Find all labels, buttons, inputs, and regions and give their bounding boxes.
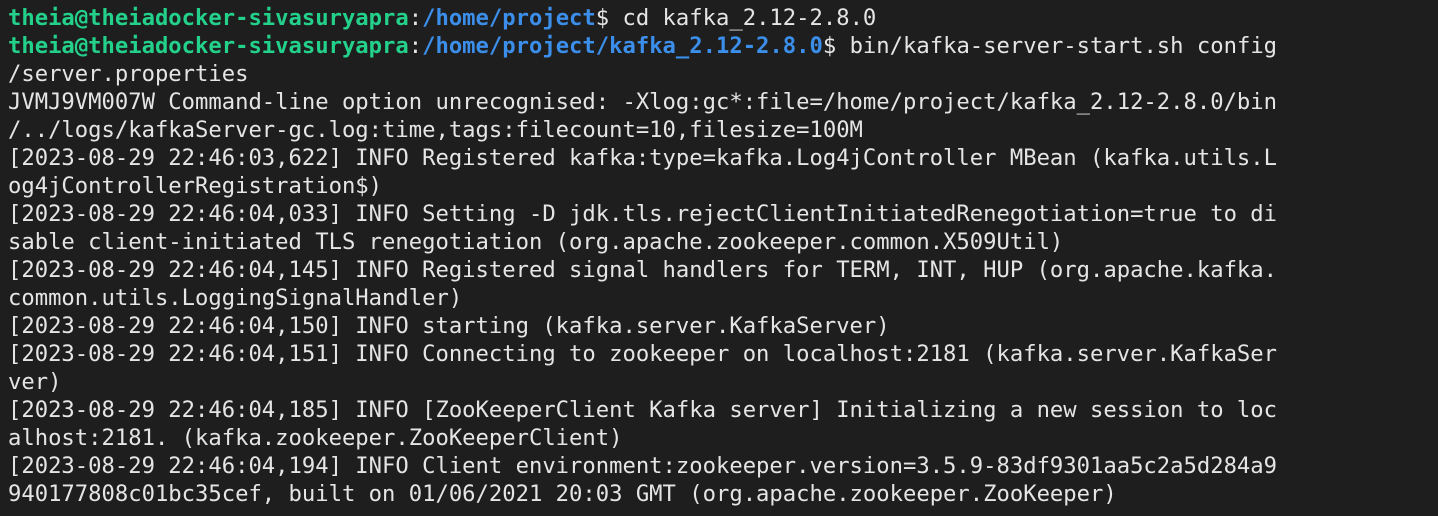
prompt-user-host: theia@theiadocker-sivasuryapra bbox=[8, 33, 409, 59]
command-text: cd kafka_2.12-2.8.0 bbox=[622, 5, 877, 31]
output-line: alhost:2181. (kafka.zookeeper.ZooKeeperC… bbox=[8, 425, 623, 451]
prompt-symbol: $ bbox=[595, 5, 623, 31]
output-line: sable client-initiated TLS renegotiation… bbox=[8, 229, 1064, 255]
prompt-line-1: theia@theiadocker-sivasuryapra:/home/pro… bbox=[8, 4, 1438, 32]
prompt-separator: : bbox=[408, 33, 423, 59]
prompt-symbol: $ bbox=[822, 33, 850, 59]
output-line: ver) bbox=[8, 369, 62, 395]
terminal-window[interactable]: theia@theiadocker-sivasuryapra:/home/pro… bbox=[0, 0, 1438, 516]
prompt-user-host: theia@theiadocker-sivasuryapra bbox=[8, 5, 409, 31]
output-line: [2023-08-29 22:46:04,145] INFO Registere… bbox=[8, 257, 1278, 283]
output-line: [2023-08-29 22:46:04,151] INFO Connectin… bbox=[8, 341, 1278, 367]
output-line: [2023-08-29 22:46:04,033] INFO Setting -… bbox=[8, 201, 1278, 227]
output-line: [2023-08-29 22:46:03,622] INFO Registere… bbox=[8, 145, 1278, 171]
output-line: 940177808c01bc35cef, built on 01/06/2021… bbox=[8, 481, 1117, 507]
output-line: /../logs/kafkaServer-gc.log:time,tags:fi… bbox=[8, 117, 863, 143]
output-line: /server.properties bbox=[8, 61, 249, 87]
output-line: [2023-08-29 22:46:04,185] INFO [ZooKeepe… bbox=[8, 397, 1278, 423]
prompt-separator: : bbox=[408, 5, 423, 31]
prompt-path: /home/project/kafka_2.12-2.8.0 bbox=[422, 33, 823, 59]
prompt-line-2: theia@theiadocker-sivasuryapra:/home/pro… bbox=[8, 32, 1438, 60]
output-line: [2023-08-29 22:46:04,194] INFO Client en… bbox=[8, 453, 1278, 479]
prompt-path: /home/project bbox=[422, 5, 596, 31]
output-line: JVMJ9VM007W Command-line option unrecogn… bbox=[8, 89, 1278, 115]
command-text: bin/kafka-server-start.sh config bbox=[849, 33, 1278, 59]
output-line: common.utils.LoggingSignalHandler) bbox=[8, 285, 463, 311]
output-line: [2023-08-29 22:46:04,150] INFO starting … bbox=[8, 313, 890, 339]
output-line: og4jControllerRegistration$) bbox=[8, 173, 383, 199]
